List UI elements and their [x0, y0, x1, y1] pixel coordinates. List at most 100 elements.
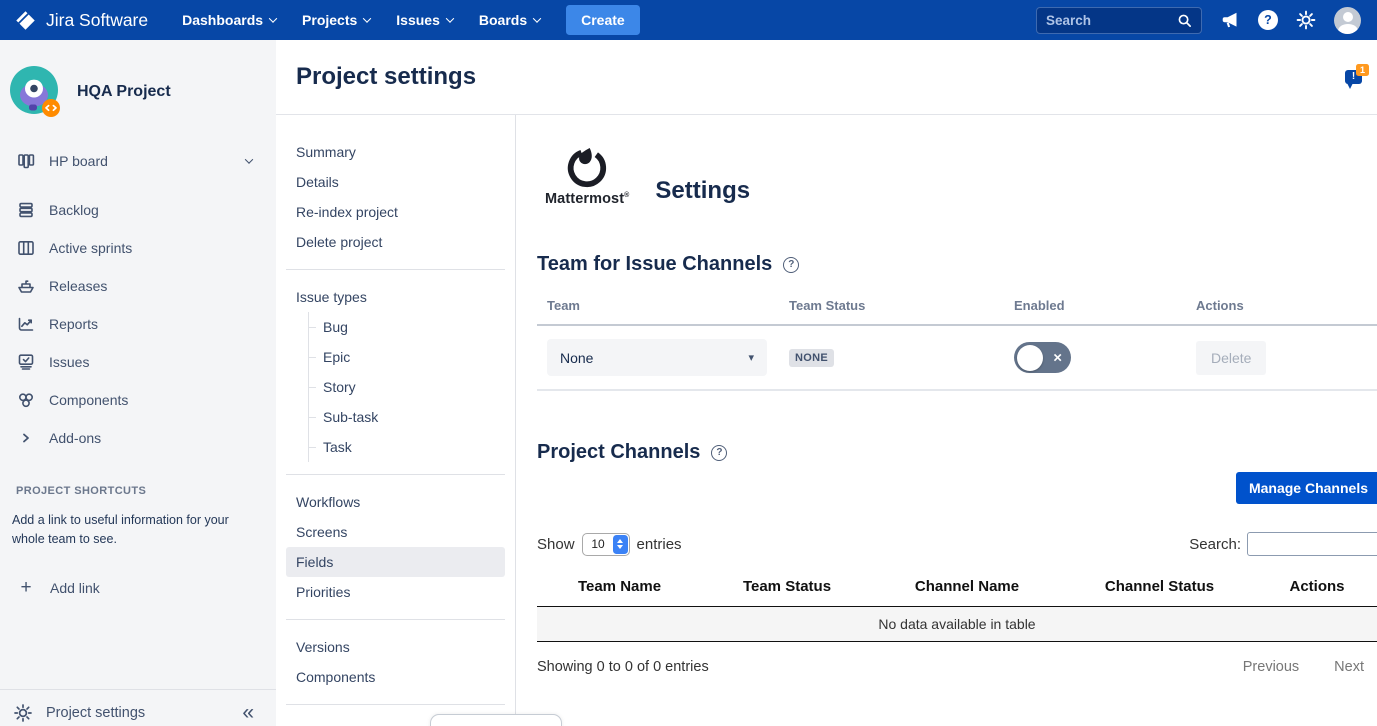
- add-link-button[interactable]: + Add link: [0, 570, 276, 606]
- top-navbar: Jira Software Dashboards Projects Issues…: [0, 0, 1377, 40]
- column-header-team-status[interactable]: Team Status: [702, 578, 872, 595]
- project-shortcuts-text: Add a link to useful information for you…: [0, 511, 276, 550]
- column-header-team: Team: [537, 298, 779, 313]
- settings-nav-issue-types[interactable]: Issue types: [286, 282, 505, 312]
- nav-projects[interactable]: Projects: [292, 6, 380, 34]
- sidebar-footer: Project settings «: [0, 689, 276, 726]
- sidebar-item-label: Releases: [49, 278, 107, 294]
- gear-icon[interactable]: [1296, 10, 1316, 30]
- search-icon[interactable]: [1177, 13, 1192, 28]
- table-info-text: Showing 0 to 0 of 0 entries: [537, 659, 709, 675]
- settings-nav-priorities[interactable]: Priorities: [286, 577, 505, 607]
- entries-label: entries: [637, 536, 682, 553]
- navbar-search[interactable]: [1036, 7, 1202, 34]
- previous-page-button[interactable]: Previous: [1243, 659, 1299, 675]
- settings-nav-epic[interactable]: Epic: [309, 342, 515, 372]
- enabled-toggle[interactable]: ×: [1014, 342, 1071, 373]
- datatable-footer: Showing 0 to 0 of 0 entries Previous Nex…: [537, 659, 1377, 675]
- sidebar-item-active-sprints[interactable]: Active sprints: [0, 229, 276, 267]
- next-page-button[interactable]: Next: [1334, 659, 1364, 675]
- sidebar-item-label: Active sprints: [49, 240, 132, 256]
- mattermost-wordmark: Mattermost®: [545, 191, 629, 207]
- sidebar-item-hp-board[interactable]: HP board: [0, 142, 276, 180]
- datatable-controls: Show 10 entries Search:: [537, 532, 1377, 556]
- settings-nav-reindex-project[interactable]: Re-index project: [286, 197, 505, 227]
- nav-boards-label: Boards: [479, 12, 527, 28]
- sidebar-item-releases[interactable]: Releases: [0, 267, 276, 305]
- jira-brand[interactable]: Jira Software: [14, 9, 148, 32]
- help-icon[interactable]: ?: [783, 257, 799, 273]
- team-status-badge: NONE: [789, 349, 834, 367]
- nav-projects-label: Projects: [302, 12, 357, 28]
- nav-dashboards[interactable]: Dashboards: [172, 6, 286, 34]
- mattermost-header: Mattermost® Settings: [537, 145, 1377, 207]
- empty-table-message: No data available in table: [537, 607, 1377, 642]
- settings-nav-screens[interactable]: Screens: [286, 517, 505, 547]
- settings-nav-summary[interactable]: Summary: [286, 137, 505, 167]
- sidebar-item-backlog[interactable]: Backlog: [0, 191, 276, 229]
- nav-boards[interactable]: Boards: [469, 6, 550, 34]
- create-button[interactable]: Create: [566, 5, 640, 35]
- feedback-notification-icon[interactable]: ! 1: [1345, 66, 1369, 90]
- page-title: Project settings: [296, 63, 476, 91]
- chevron-down-icon: [533, 14, 541, 22]
- popup-edge: [430, 714, 562, 726]
- sidebar-nav: HP board Backlog Active sprints: [0, 142, 276, 457]
- navbar-search-input[interactable]: [1046, 13, 1177, 28]
- settings-nav-details[interactable]: Details: [286, 167, 505, 197]
- ship-icon: [16, 276, 36, 296]
- page-size-value: 10: [584, 537, 613, 551]
- settings-nav-bug[interactable]: Bug: [309, 312, 515, 342]
- chevron-down-icon: [269, 14, 277, 22]
- settings-nav-story[interactable]: Story: [309, 372, 515, 402]
- sidebar-item-issues[interactable]: Issues: [0, 343, 276, 381]
- column-header-actions[interactable]: Actions: [1257, 578, 1377, 595]
- channels-table-header: Team Name Team Status Channel Name Chann…: [537, 568, 1377, 607]
- divider: [286, 474, 505, 475]
- nav-issues-label: Issues: [396, 12, 440, 28]
- sidebar-item-reports[interactable]: Reports: [0, 305, 276, 343]
- settings-nav-workflows[interactable]: Workflows: [286, 487, 505, 517]
- sidebar-item-label: HP board: [49, 153, 108, 169]
- column-header-channel-name[interactable]: Channel Name: [872, 578, 1062, 595]
- project-settings-link[interactable]: Project settings: [46, 705, 145, 721]
- plus-icon: +: [16, 578, 36, 597]
- sidebar-item-label: Add-ons: [49, 430, 101, 446]
- content-body: Summary Details Re-index project Delete …: [276, 115, 1377, 726]
- team-select-dropdown[interactable]: None ▾: [547, 339, 767, 376]
- settings-nav-versions[interactable]: Versions: [286, 632, 505, 662]
- sidebar-item-label: Reports: [49, 316, 98, 332]
- page-header: Project settings ! 1: [276, 40, 1377, 115]
- nav-issues[interactable]: Issues: [386, 6, 463, 34]
- column-header-actions: Actions: [1186, 298, 1377, 313]
- navbar-menu: Dashboards Projects Issues Boards: [172, 6, 550, 34]
- page-size-select[interactable]: 10: [582, 533, 630, 556]
- settings-nav-sub-task[interactable]: Sub-task: [309, 402, 515, 432]
- help-icon[interactable]: ?: [1258, 10, 1278, 30]
- megaphone-icon[interactable]: [1220, 10, 1240, 30]
- user-avatar[interactable]: [1334, 7, 1361, 34]
- manage-channels-button[interactable]: Manage Channels: [1236, 472, 1377, 504]
- divider: [286, 269, 505, 270]
- settings-nav-delete-project[interactable]: Delete project: [286, 227, 505, 257]
- column-header-channel-status[interactable]: Channel Status: [1062, 578, 1257, 595]
- jira-logo-icon: [14, 9, 37, 32]
- help-icon[interactable]: ?: [711, 445, 727, 461]
- delete-button[interactable]: Delete: [1196, 341, 1266, 375]
- settings-nav-components[interactable]: Components: [286, 662, 505, 692]
- channels-section-title: Project Channels: [537, 441, 700, 464]
- collapse-sidebar-icon[interactable]: «: [242, 702, 254, 723]
- sidebar-item-components[interactable]: Components: [0, 381, 276, 419]
- sprints-icon: [16, 238, 36, 258]
- settings-nav-task[interactable]: Task: [309, 432, 515, 462]
- sidebar-item-add-ons[interactable]: Add-ons: [0, 419, 276, 457]
- table-search-input[interactable]: [1247, 532, 1377, 556]
- column-header-team-name[interactable]: Team Name: [537, 578, 702, 595]
- sidebar-item-label: Components: [49, 392, 128, 408]
- chevron-down-icon: [363, 14, 371, 22]
- chevron-down-icon[interactable]: [245, 155, 253, 163]
- project-avatar[interactable]: [10, 66, 62, 118]
- settings-nav-fields[interactable]: Fields: [286, 547, 505, 577]
- team-section-title: Team for Issue Channels: [537, 253, 772, 276]
- column-header-team-status: Team Status: [779, 298, 1004, 313]
